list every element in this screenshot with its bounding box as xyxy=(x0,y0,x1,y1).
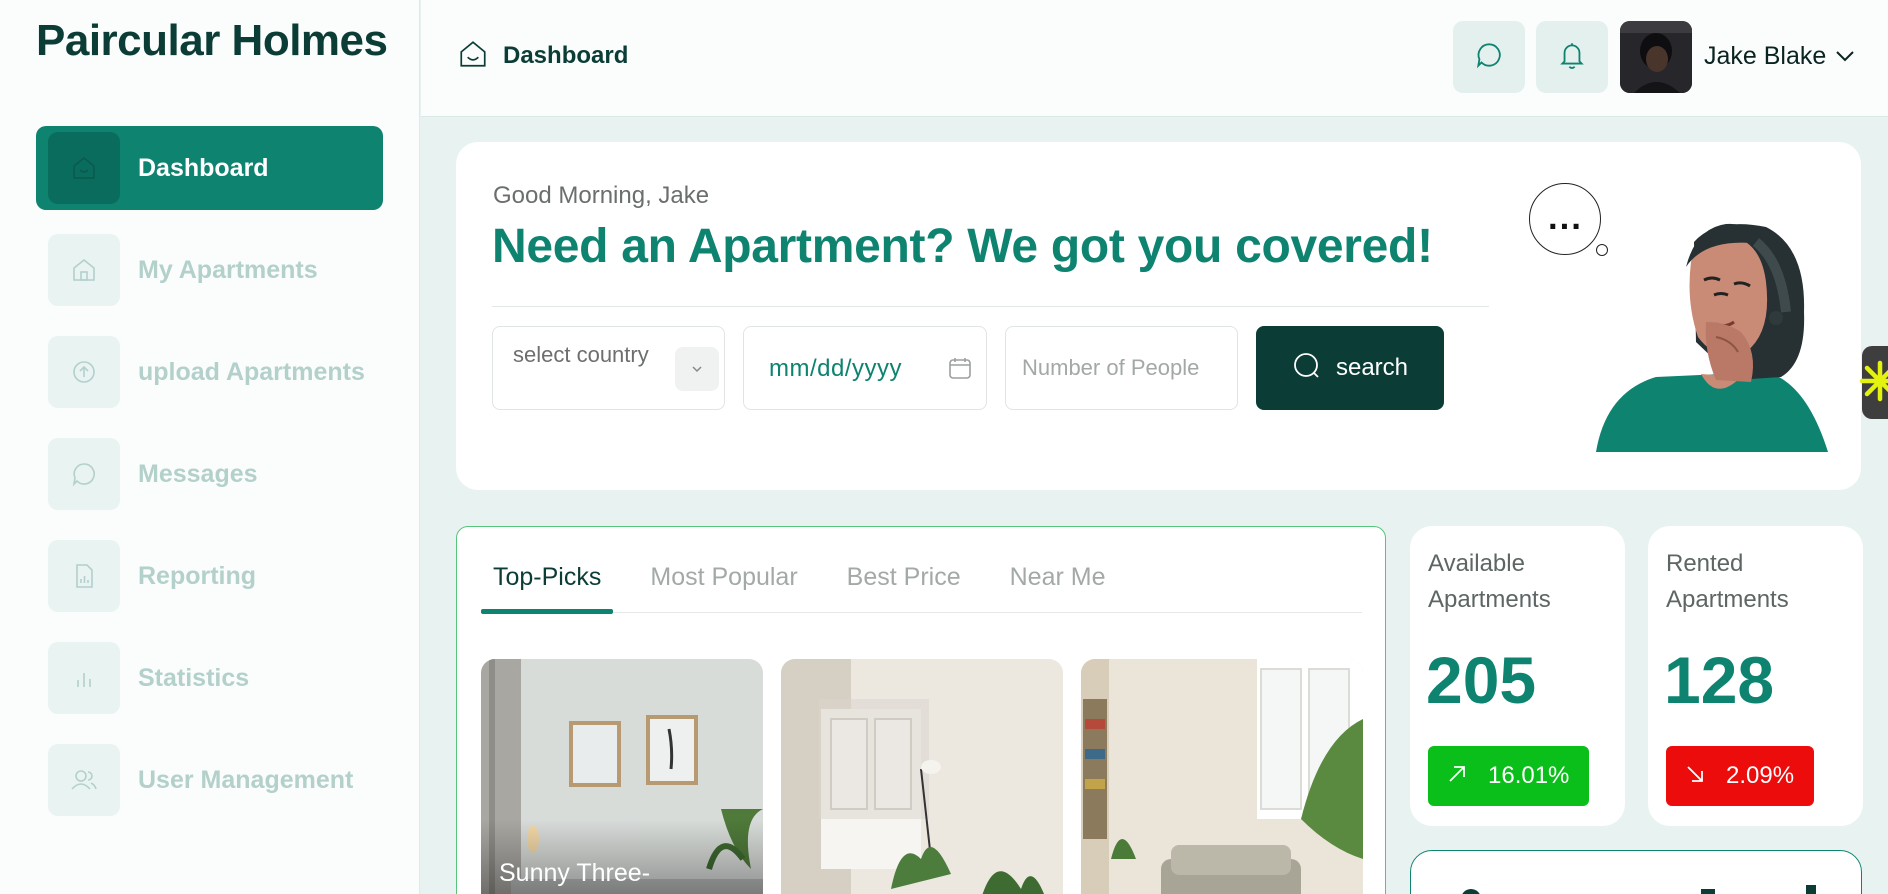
sidebar-item-statistics[interactable]: Statistics xyxy=(36,636,383,720)
people-input[interactable] xyxy=(1006,327,1237,409)
sidebar-item-user-management[interactable]: User Management xyxy=(36,738,383,822)
sidebar-item-label: Statistics xyxy=(138,663,250,692)
listing-photo xyxy=(781,659,1063,894)
listing-tabs: Top-Picks Most Popular Best Price Near M… xyxy=(481,563,1362,614)
report-icon xyxy=(48,540,120,612)
upload-icon xyxy=(48,336,120,408)
hero-headline: Need an Apartment? We got you covered! xyxy=(492,220,1433,273)
country-select-placeholder: select country xyxy=(513,342,649,367)
users-icon xyxy=(48,744,120,816)
home-icon xyxy=(48,132,120,204)
chat-icon xyxy=(1473,39,1505,75)
arrow-up-right-icon xyxy=(1446,763,1468,789)
top-header: Dashboard Jake Blake xyxy=(421,0,1888,117)
calendar-icon[interactable] xyxy=(947,355,973,385)
card-heading-partial xyxy=(1462,885,1816,894)
sidebar: Paircular Holmes Dashboard My Apartments… xyxy=(0,0,420,894)
search-icon xyxy=(1292,351,1322,385)
date-placeholder: mm/dd/yyyy xyxy=(769,355,903,382)
sparkle-icon xyxy=(1856,357,1888,409)
secondary-card xyxy=(1410,850,1862,894)
people-field[interactable] xyxy=(1005,326,1238,410)
bell-icon xyxy=(1556,39,1588,75)
listing-card[interactable]: Sunny Three- xyxy=(481,659,763,894)
home-icon xyxy=(457,38,489,74)
brand-logo: Paircular Holmes xyxy=(36,16,388,65)
avatar[interactable] xyxy=(1620,21,1692,93)
listing-photo xyxy=(1081,659,1363,894)
search-button[interactable]: search xyxy=(1256,326,1444,410)
stat-card-rented: Rented Apartments 128 2.09% xyxy=(1648,526,1863,826)
messages-button[interactable] xyxy=(1453,21,1525,93)
divider xyxy=(492,306,1489,307)
tab-near-me[interactable]: Near Me xyxy=(998,563,1118,613)
chat-icon xyxy=(48,438,120,510)
sidebar-item-dashboard[interactable]: Dashboard xyxy=(36,126,383,210)
stat-change: 2.09% xyxy=(1726,762,1795,789)
house-icon xyxy=(48,234,120,306)
tab-top-picks[interactable]: Top-Picks xyxy=(481,563,614,614)
sidebar-item-reporting[interactable]: Reporting xyxy=(36,534,383,618)
listing-card[interactable] xyxy=(1081,659,1363,894)
chevron-down-icon[interactable] xyxy=(675,347,719,391)
bar-chart-icon xyxy=(48,642,120,714)
sidebar-item-label: Messages xyxy=(138,459,258,488)
sidebar-item-label: My Apartments xyxy=(138,255,318,284)
tab-most-popular[interactable]: Most Popular xyxy=(638,563,809,613)
sidebar-item-label: Reporting xyxy=(138,561,257,590)
breadcrumb: Dashboard xyxy=(457,38,628,74)
listings-panel: Top-Picks Most Popular Best Price Near M… xyxy=(456,526,1386,894)
listing-card[interactable] xyxy=(781,659,1063,894)
stat-value: 128 xyxy=(1664,643,1775,717)
arrow-down-right-icon xyxy=(1684,763,1706,789)
thinking-woman-illustration xyxy=(1566,202,1856,456)
stat-change: 16.01% xyxy=(1488,762,1570,789)
stat-value: 205 xyxy=(1426,643,1537,717)
sidebar-item-label: User Management xyxy=(138,765,354,794)
sidebar-item-upload-apartments[interactable]: upload Apartments xyxy=(36,330,383,414)
sidebar-item-label: Dashboard xyxy=(138,153,269,182)
country-select[interactable]: select country xyxy=(492,326,725,410)
stat-card-available: Available Apartments 205 16.01% xyxy=(1410,526,1625,826)
stat-label: Available Apartments xyxy=(1428,550,1551,613)
greeting: Good Morning, Jake xyxy=(493,182,710,209)
page-title: Dashboard xyxy=(503,42,629,69)
tab-best-price[interactable]: Best Price xyxy=(835,563,973,613)
chevron-down-icon[interactable] xyxy=(1835,48,1855,67)
date-field[interactable]: mm/dd/yyyy xyxy=(743,326,987,410)
stat-change-badge: 2.09% xyxy=(1666,746,1815,806)
hero-card: Good Morning, Jake Need an Apartment? We… xyxy=(456,142,1861,490)
user-name[interactable]: Jake Blake xyxy=(1704,42,1826,71)
sidebar-item-label: upload Apartments xyxy=(138,357,365,386)
stat-change-badge: 16.01% xyxy=(1428,746,1590,806)
sidebar-item-messages[interactable]: Messages xyxy=(36,432,383,516)
listing-title: Sunny Three- xyxy=(499,859,651,887)
search-button-label: search xyxy=(1335,354,1409,381)
floating-widget-button[interactable] xyxy=(1859,346,1888,419)
stat-label: Rented Apartments xyxy=(1666,550,1789,613)
sidebar-item-my-apartments[interactable]: My Apartments xyxy=(36,228,383,312)
notifications-button[interactable] xyxy=(1536,21,1608,93)
